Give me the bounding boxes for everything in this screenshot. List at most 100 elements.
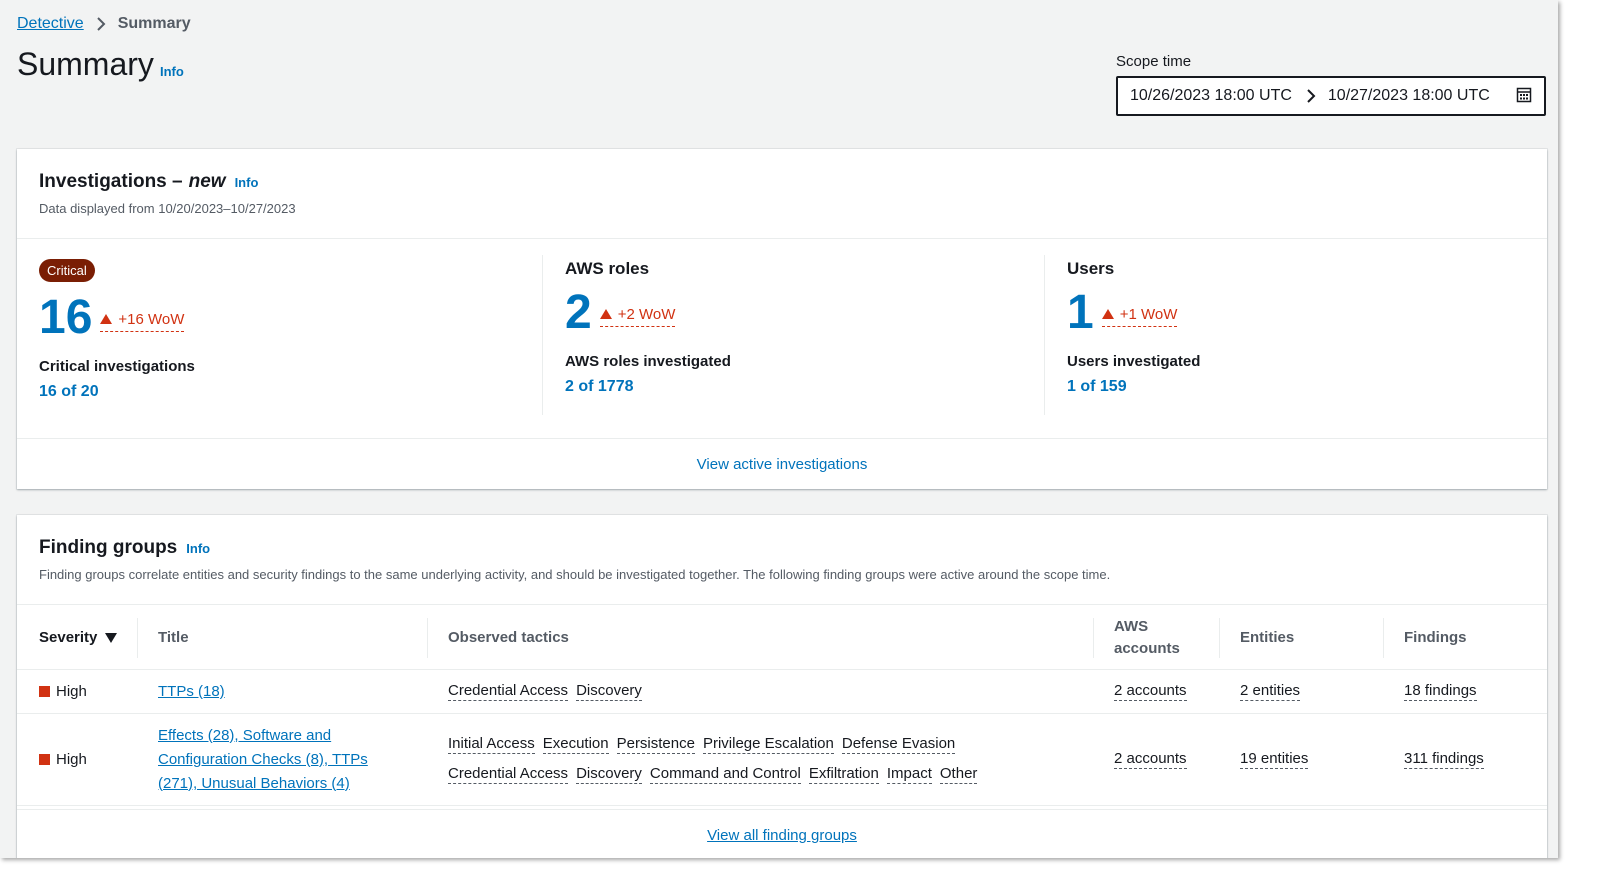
finding-groups-table: Severity Title Observed tactics AWS accou…: [17, 606, 1547, 806]
findings-value[interactable]: 18 findings: [1404, 682, 1477, 701]
accounts-cell: 2 accounts: [1093, 670, 1219, 713]
triangle-up-icon: [100, 314, 113, 324]
aws-roles-heading: AWS roles: [565, 259, 650, 278]
tactics-cell: Initial Access Execution Persistence Pri…: [427, 714, 1093, 805]
finding-groups-info-link[interactable]: Info: [186, 541, 210, 556]
breadcrumb-detective-link[interactable]: Detective: [17, 15, 84, 33]
finding-groups-footer: View all finding groups: [17, 809, 1547, 858]
users-wow[interactable]: +1 WoW: [1101, 305, 1178, 327]
investigations-card: Investigations – new Info Data displayed…: [17, 149, 1547, 489]
breadcrumb: Detective Summary: [17, 15, 191, 33]
table-row: High TTPs (18) Credential Access Discove…: [17, 670, 1547, 714]
findings-cell: 18 findings: [1383, 670, 1547, 713]
scope-time-picker[interactable]: 10/26/2023 18:00 UTC 10/27/2023 18:00 UT…: [1116, 76, 1546, 116]
critical-label: Critical investigations: [39, 358, 195, 375]
investigations-title-text: Investigations –: [39, 171, 183, 192]
column-header-accounts[interactable]: AWS accounts: [1093, 606, 1219, 669]
tactic-other[interactable]: Other: [939, 765, 978, 784]
metric-users: Users 1 +1 WoW Users investigated 1 of 1…: [1044, 255, 1544, 415]
summary-info-link[interactable]: Info: [160, 64, 184, 79]
scope-start: 10/26/2023 18:00 UTC: [1130, 87, 1292, 104]
investigations-title: Investigations – new Info: [39, 171, 1525, 193]
view-active-investigations-link[interactable]: View active investigations: [697, 456, 868, 473]
findings-value[interactable]: 311 findings: [1404, 750, 1484, 769]
calendar-icon[interactable]: [1516, 87, 1532, 103]
tactic-credential-access[interactable]: Credential Access: [448, 682, 569, 701]
tactic-discovery[interactable]: Discovery: [576, 765, 642, 784]
finding-groups-card: Finding groups Info Finding groups corre…: [17, 515, 1547, 858]
accounts-header-line2: accounts: [1114, 639, 1180, 657]
accounts-value[interactable]: 2 accounts: [1114, 750, 1187, 769]
tactic-execution[interactable]: Execution: [542, 735, 609, 754]
investigations-footer: View active investigations: [17, 438, 1547, 489]
finding-group-title-link[interactable]: Effects (28), Software and Configuration…: [158, 724, 368, 796]
tactic-privilege-escalation[interactable]: Privilege Escalation: [702, 735, 834, 754]
entities-value[interactable]: 19 entities: [1240, 750, 1309, 769]
column-header-tactics[interactable]: Observed tactics: [427, 606, 1093, 669]
aws-roles-wow-text: +2 WoW: [617, 305, 676, 323]
title-cell: TTPs (18): [137, 670, 427, 713]
triangle-up-icon: [599, 309, 612, 319]
metric-critical: Critical 16 +16 WoW Critical investigati…: [39, 255, 539, 415]
sort-descending-icon[interactable]: [105, 632, 118, 643]
severity-cell: High: [39, 714, 137, 805]
column-header-title[interactable]: Title: [137, 606, 427, 669]
users-heading: Users: [1067, 259, 1115, 278]
critical-wow[interactable]: +16 WoW: [100, 311, 185, 332]
tactic-exfiltration[interactable]: Exfiltration: [808, 765, 879, 784]
tactic-persistence[interactable]: Persistence: [616, 735, 695, 754]
tactic-discovery[interactable]: Discovery: [576, 682, 642, 701]
title-line: (271), Unusual Behaviors (4): [158, 774, 350, 792]
critical-ratio-link[interactable]: 16 of 20: [39, 383, 539, 401]
investigations-info-link[interactable]: Info: [235, 175, 259, 190]
column-header-entities[interactable]: Entities: [1219, 606, 1383, 669]
users-ratio-link[interactable]: 1 of 159: [1067, 378, 1544, 396]
users-label: Users investigated: [1067, 353, 1201, 370]
severity-high-icon: [39, 686, 50, 697]
aws-roles-ratio-link[interactable]: 2 of 1778: [565, 378, 1042, 396]
users-count[interactable]: 1: [1067, 289, 1094, 337]
metric-aws-roles: AWS roles 2 +2 WoW AWS roles investigate…: [542, 255, 1042, 415]
severity-text: High: [56, 683, 87, 700]
entities-cell: 19 entities: [1219, 714, 1383, 805]
entities-cell: 2 entities: [1219, 670, 1383, 713]
tactic-command-and-control[interactable]: Command and Control: [649, 765, 801, 784]
view-all-finding-groups-link[interactable]: View all finding groups: [707, 827, 857, 844]
title-line: Effects (28), Software and: [158, 726, 332, 744]
investigations-description: Data displayed from 10/20/2023–10/27/202…: [39, 201, 296, 216]
tactic-credential-access[interactable]: Credential Access: [448, 765, 569, 784]
table-header-row: Severity Title Observed tactics AWS accou…: [17, 606, 1547, 670]
aws-roles-count[interactable]: 2: [565, 289, 592, 337]
critical-count[interactable]: 16: [39, 294, 92, 342]
scope-end: 10/27/2023 18:00 UTC: [1327, 87, 1490, 104]
column-header-findings[interactable]: Findings: [1383, 606, 1547, 669]
finding-groups-header: Finding groups Info Finding groups corre…: [17, 515, 1547, 605]
finding-group-title-link[interactable]: TTPs (18): [158, 683, 225, 700]
investigations-header: Investigations – new Info Data displayed…: [17, 149, 1547, 239]
table-row: High Effects (28), Software and Configur…: [17, 714, 1547, 806]
aws-roles-label: AWS roles investigated: [565, 353, 731, 370]
finding-groups-title: Finding groups Info: [39, 537, 1525, 559]
severity-high-icon: [39, 754, 50, 765]
finding-groups-description: Finding groups correlate entities and se…: [39, 567, 1111, 582]
aws-roles-wow[interactable]: +2 WoW: [599, 305, 676, 327]
entities-value[interactable]: 2 entities: [1240, 682, 1301, 701]
investigations-title-new: new: [188, 171, 226, 192]
page-title: Summary: [17, 46, 154, 82]
title-cell: Effects (28), Software and Configuration…: [137, 714, 427, 805]
tactic-impact[interactable]: Impact: [886, 765, 932, 784]
tactic-initial-access[interactable]: Initial Access: [448, 735, 535, 754]
severity-header-text: Severity: [39, 629, 98, 646]
tactic-defense-evasion[interactable]: Defense Evasion: [841, 735, 956, 754]
accounts-header-line1: AWS: [1114, 617, 1149, 635]
chevron-right-icon: [1306, 88, 1316, 104]
finding-groups-title-text: Finding groups: [39, 537, 178, 558]
column-header-severity[interactable]: Severity: [39, 606, 137, 669]
users-wow-text: +1 WoW: [1119, 305, 1178, 323]
tactics-cell: Credential Access Discovery: [427, 670, 1093, 713]
scope-time-label: Scope time: [1116, 53, 1192, 70]
accounts-cell: 2 accounts: [1093, 714, 1219, 805]
accounts-value[interactable]: 2 accounts: [1114, 682, 1187, 701]
severity-cell: High: [39, 670, 137, 713]
investigation-metrics: Critical 16 +16 WoW Critical investigati…: [17, 255, 1547, 423]
